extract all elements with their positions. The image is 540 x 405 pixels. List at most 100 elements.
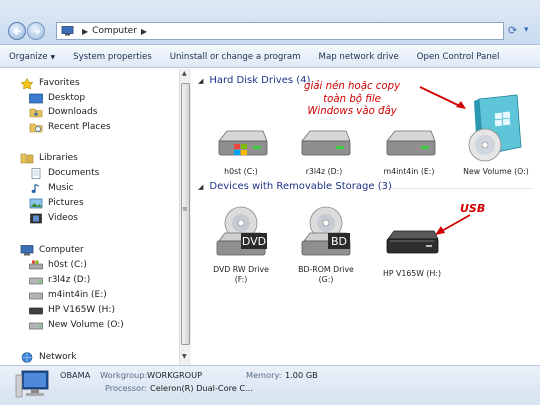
computer-icon: [15, 370, 49, 398]
map-network-drive-button[interactable]: Map network drive: [310, 52, 408, 62]
sidebar-item-label: HP V165W (H:): [48, 305, 115, 315]
star-icon: [20, 77, 34, 89]
sidebar-computer[interactable]: Computer: [20, 243, 84, 257]
sidebar-item-label: Desktop: [48, 93, 86, 103]
group-divider: [392, 188, 532, 189]
back-arrow-icon: [13, 27, 21, 36]
system-drive-icon: [29, 260, 43, 269]
bd-badge: BD: [331, 235, 347, 248]
workgroup-value: WORKGROUP: [147, 370, 203, 380]
forward-button[interactable]: [27, 22, 45, 40]
note-line-2: toàn bộ file: [323, 93, 381, 105]
address-field[interactable]: ▶ Computer ▶: [56, 22, 504, 40]
network-icon: [21, 351, 33, 363]
music-icon: [31, 183, 40, 193]
content-pane: ◢ Hard Disk Drives (4) h0st (C:) r3l4z (…: [192, 69, 540, 365]
address-bar-area: ▶ Computer ▶ ⟳ ▾: [0, 0, 540, 45]
drive-c[interactable]: h0st (C:): [199, 119, 283, 177]
sidebar-item-drive-o[interactable]: New Volume (O:): [29, 318, 124, 332]
sidebar-item-desktop[interactable]: Desktop: [29, 91, 85, 105]
sidebar-item-pictures[interactable]: Pictures: [29, 196, 84, 210]
uninstall-program-button[interactable]: Uninstall or change a program: [161, 52, 310, 62]
sidebar-item-documents[interactable]: Documents: [29, 166, 99, 180]
sidebar-libraries[interactable]: Libraries: [20, 151, 78, 165]
libraries-icon: [20, 153, 34, 163]
drive-label: m4int4in (E:): [383, 167, 435, 176]
computer-icon: [61, 26, 74, 36]
sidebar-network[interactable]: Network: [20, 350, 77, 364]
refresh-icon[interactable]: ⟳: [508, 24, 517, 37]
note-line-3: Windows vào đây: [307, 106, 397, 117]
sidebar-item-videos[interactable]: Videos: [29, 211, 78, 225]
device-label-line1: HP V165W (H:): [382, 269, 442, 278]
computer-name: OBAMA: [60, 370, 91, 380]
open-control-panel-button[interactable]: Open Control Panel: [408, 52, 509, 62]
sidebar-item-label: New Volume (O:): [48, 320, 124, 330]
sidebar-item-label: Downloads: [48, 107, 98, 117]
red-arrow-icon: [435, 214, 471, 235]
forward-arrow-icon: [33, 27, 41, 36]
note-line-1: giải nén hoặc copy: [304, 81, 401, 92]
drive-d[interactable]: r3l4z (D:): [282, 119, 366, 177]
memory-value: 1.00 GB: [285, 370, 318, 380]
drive-e[interactable]: m4int4in (E:): [367, 119, 451, 177]
breadcrumb-separator[interactable]: ▶: [82, 27, 88, 36]
details-pane: OBAMA Workgroup: WORKGROUP Memory: 1.00 …: [0, 365, 540, 405]
sidebar-label: Computer: [39, 245, 84, 255]
sidebar-item-drive-d[interactable]: r3l4z (D:): [29, 273, 90, 287]
red-arrow-icon: [419, 86, 466, 109]
collapse-triangle-icon[interactable]: ◢: [198, 183, 203, 191]
bd-drive-icon: BD: [301, 206, 351, 256]
sidebar-item-drive-h[interactable]: HP V165W (H:): [29, 303, 115, 317]
scrollbar-thumb[interactable]: [181, 83, 190, 345]
sidebar-item-recent-places[interactable]: Recent Places: [29, 120, 111, 134]
hard-drive-icon: [301, 130, 351, 156]
navigation-scrollbar[interactable]: ▲ ≡ ▼: [179, 69, 191, 365]
collapse-triangle-icon[interactable]: ◢: [198, 77, 203, 85]
organize-menu[interactable]: Organize ▼: [0, 52, 64, 62]
usb-drive-icon: [29, 307, 43, 314]
back-button[interactable]: [8, 22, 26, 40]
sidebar-item-label: h0st (C:): [48, 260, 87, 270]
group-title: Hard Disk Drives (4): [209, 75, 311, 86]
sidebar-item-drive-e[interactable]: m4int4in (E:): [29, 288, 107, 302]
sidebar-item-label: Pictures: [48, 198, 84, 208]
group-header-hard-disks[interactable]: ◢ Hard Disk Drives (4): [198, 75, 310, 86]
hard-drive-icon: [29, 322, 43, 329]
documents-icon: [31, 167, 41, 179]
sidebar-label: Libraries: [39, 153, 78, 163]
sidebar-label: Network: [39, 352, 77, 362]
workgroup-key: Workgroup:: [100, 370, 148, 380]
sidebar-item-label: r3l4z (D:): [48, 275, 91, 285]
scroll-up-icon[interactable]: ▲: [182, 70, 187, 77]
sidebar-item-downloads[interactable]: Downloads: [29, 105, 97, 119]
downloads-icon: [29, 108, 43, 117]
group-header-removable[interactable]: ◢ Devices with Removable Storage (3): [198, 181, 392, 192]
videos-icon: [30, 213, 42, 223]
breadcrumb-computer[interactable]: Computer: [92, 26, 137, 36]
desktop-icon: [29, 93, 43, 103]
processor-key: Processor:: [105, 383, 148, 393]
chevron-down-icon: ▼: [50, 53, 56, 61]
processor-value: Celeron(R) Dual-Core C...: [150, 383, 253, 393]
sidebar-item-drive-c[interactable]: h0st (C:): [29, 258, 87, 272]
memory-key: Memory:: [246, 370, 282, 380]
drive-g-bd[interactable]: BD BD-ROM Drive (G:): [284, 205, 368, 285]
command-bar: Organize ▼ System properties Uninstall or…: [0, 46, 540, 68]
breadcrumb-chevron[interactable]: ▶: [141, 27, 147, 36]
hard-drive-icon: [29, 292, 43, 299]
computer-icon: [20, 244, 34, 255]
navigation-pane: Favorites Desktop Downloads Recent Place…: [0, 69, 180, 365]
system-properties-button[interactable]: System properties: [64, 52, 161, 62]
history-dropdown-icon[interactable]: ▾: [524, 25, 529, 35]
sidebar-item-label: Documents: [48, 168, 100, 178]
sidebar-item-music[interactable]: Music: [29, 181, 74, 195]
hard-drive-icon: [29, 277, 43, 284]
sidebar-item-label: Music: [48, 183, 74, 193]
sidebar-favorites[interactable]: Favorites: [20, 76, 80, 90]
system-drive-icon: [218, 130, 268, 156]
scroll-down-icon[interactable]: ▼: [182, 353, 187, 360]
dvd-badge: DVD: [242, 235, 266, 248]
drive-f-dvd[interactable]: DVD DVD RW Drive (F:): [199, 205, 283, 285]
pictures-icon: [29, 198, 43, 208]
